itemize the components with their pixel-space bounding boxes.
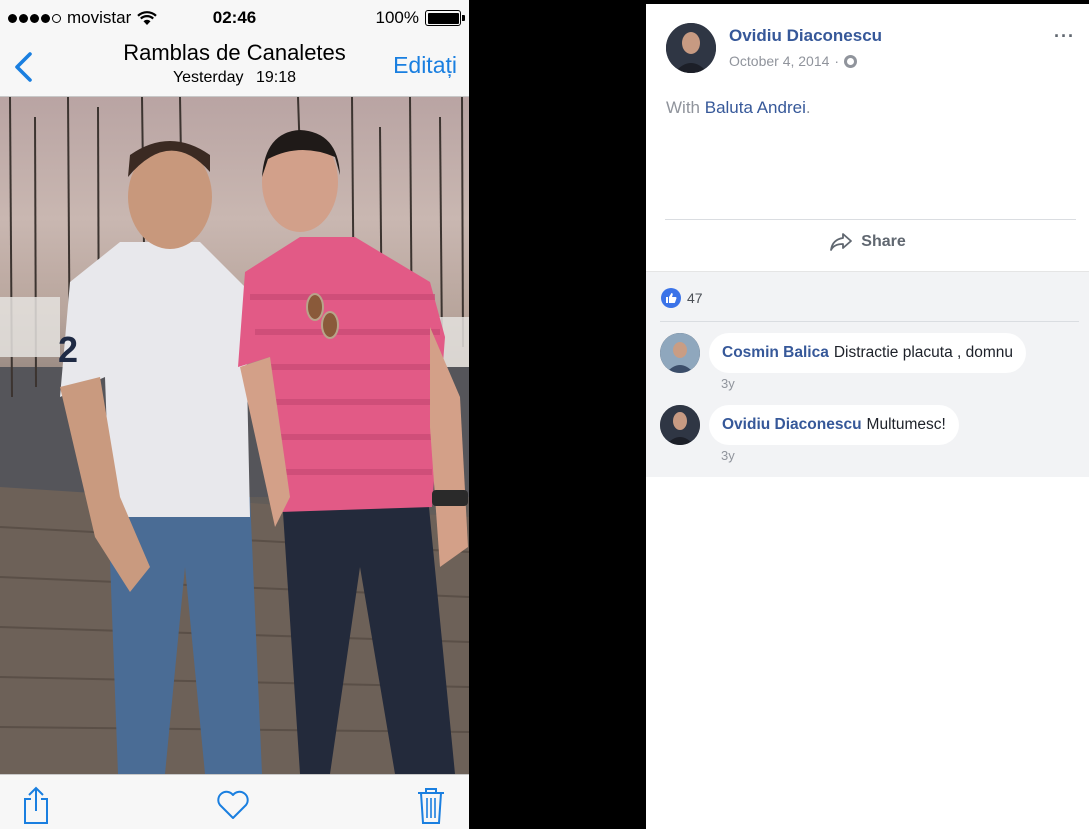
commenter-name-link[interactable]: Cosmin Balica (722, 344, 829, 362)
svg-text:2: 2 (58, 329, 78, 370)
post-divider (665, 219, 1076, 220)
signal-strength-icon (8, 13, 61, 23)
comment-text: Multumesc! (866, 416, 946, 433)
heart-icon (217, 790, 249, 819)
empty-panel-area (646, 477, 1089, 829)
commenter-avatar[interactable] (660, 405, 700, 445)
person-icon (660, 333, 700, 373)
share-post-button[interactable]: Share (646, 232, 1089, 252)
carrier-name: movistar (67, 8, 132, 27)
comment-bubble: Ovidiu Diaconescu Multumesc! (709, 405, 959, 445)
trash-icon (418, 788, 444, 824)
person-icon (666, 23, 716, 73)
thumbs-up-icon (661, 288, 681, 308)
signal-dot (19, 13, 28, 23)
share-arrow-icon (830, 233, 853, 251)
comment-text: Distractie placuta , domnu (833, 344, 1014, 361)
more-options-button[interactable]: ··· (1054, 26, 1075, 47)
signal-dot (41, 13, 50, 23)
screenshot-stage: movistar 02:46 100% Ramblas de Canaletes… (0, 0, 1089, 829)
author-avatar[interactable] (666, 23, 716, 73)
signal-dot (30, 13, 39, 23)
battery-icon (425, 10, 465, 26)
post-header: Ovidiu Diaconescu October 4, 2014 · ··· … (646, 4, 1089, 271)
share-button[interactable] (18, 785, 54, 825)
wifi-icon (137, 10, 157, 25)
photo-toolbar (0, 774, 469, 829)
with-prefix: With (666, 98, 700, 117)
comments-divider (660, 321, 1079, 322)
facebook-post-panel: Ovidiu Diaconescu October 4, 2014 · ··· … (646, 4, 1089, 829)
tagged-person-link[interactable]: Baluta Andrei (705, 98, 806, 117)
post-date[interactable]: October 4, 2014 (729, 53, 829, 69)
reactions-summary[interactable]: 47 (661, 288, 703, 308)
delete-button[interactable] (413, 785, 449, 825)
globe-icon (844, 54, 858, 68)
photo-nav-bar: Ramblas de Canaletes Yesterday 19:18 Edi… (0, 36, 469, 97)
commenter-avatar[interactable] (660, 333, 700, 373)
comment-time[interactable]: 3y (721, 448, 735, 463)
photo-day: Yesterday (172, 69, 244, 86)
share-label: Share (861, 233, 906, 250)
battery-percent: 100% (375, 8, 419, 27)
comment-bubble: Cosmin Balica Distractie placuta , domnu (709, 333, 1027, 373)
battery-fill (427, 12, 459, 24)
status-right: 100% (375, 8, 465, 28)
status-bar: movistar 02:46 100% (0, 0, 469, 36)
status-left: movistar (8, 8, 157, 28)
post-meta: October 4, 2014 · (729, 53, 858, 69)
person-icon (660, 405, 700, 445)
signal-dot (8, 13, 17, 23)
signal-dot (52, 13, 61, 23)
comment-time[interactable]: 3y (721, 376, 735, 391)
with-suffix: . (805, 98, 811, 117)
photo-image[interactable]: 2 (0, 97, 469, 774)
photo-illustration: 2 (0, 97, 469, 774)
tagged-with-line: With Baluta Andrei. (666, 98, 811, 118)
photo-time: 19:18 (255, 69, 297, 86)
like-count: 47 (687, 290, 703, 306)
favorite-button[interactable] (215, 785, 251, 825)
author-name-link[interactable]: Ovidiu Diaconescu (729, 26, 882, 46)
meta-separator: · (834, 53, 840, 69)
share-icon (24, 786, 48, 824)
iphone-photo-viewer: movistar 02:46 100% Ramblas de Canaletes… (0, 0, 469, 829)
commenter-name-link[interactable]: Ovidiu Diaconescu (722, 416, 862, 434)
edit-button[interactable]: Editați (393, 52, 457, 79)
comments-section: 47 Cosmin Balica Distractie placuta , do… (646, 271, 1089, 477)
